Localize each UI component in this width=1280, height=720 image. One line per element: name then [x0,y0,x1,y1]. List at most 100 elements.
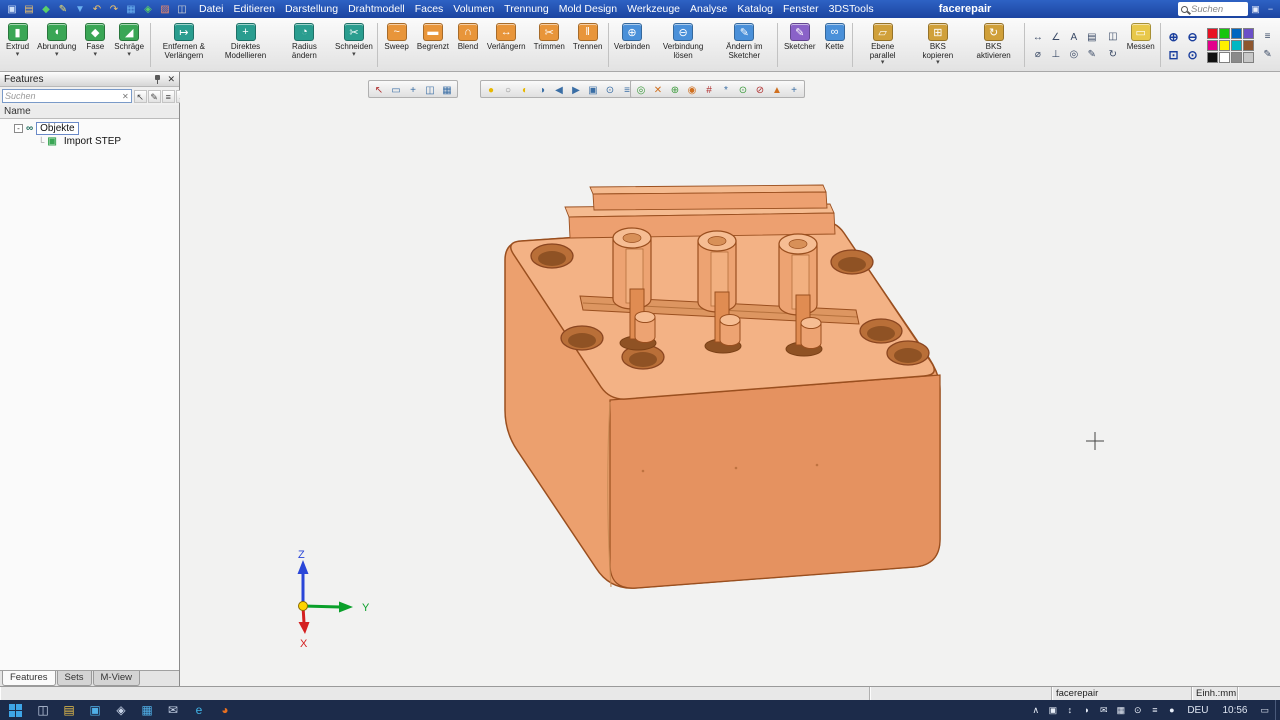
zoom-icon[interactable]: ⊙ [1184,46,1201,62]
ribbon-button[interactable]: ⊖ Verbindung lösen ▾ [652,19,713,71]
panel-tab[interactable]: M-View [93,671,141,686]
viewport-tool-icon[interactable]: ⊙ [735,82,751,97]
tray-icon[interactable]: ∧ [1027,705,1044,716]
taskbar-app-icon[interactable]: e [186,700,212,720]
tree-item-label[interactable]: Import STEP [60,135,125,148]
viewport-tool-icon[interactable]: ◑ [534,82,550,97]
dropdown-arrow-icon[interactable]: ▾ [94,52,98,58]
notification-icon[interactable]: ▭ [1254,705,1275,716]
viewport-tool-icon[interactable]: ◉ [684,82,700,97]
quick-access-icon[interactable]: ▦ [123,2,139,17]
palette-color[interactable] [1243,28,1254,39]
panel-tab[interactable]: Features [2,671,56,686]
quick-access-icon[interactable]: ↷ [106,2,122,17]
panel-close-icon[interactable]: ✕ [167,74,175,85]
clear-search-icon[interactable]: ✕ [122,92,129,101]
menu-item[interactable]: Werkzeuge [622,0,685,18]
menu-item[interactable]: Volumen [448,0,499,18]
viewport-tool-icon[interactable]: ⊕ [667,82,683,97]
ribbon-button[interactable]: ✂ Schneiden ▾ [332,19,375,71]
panel-tool-icon[interactable]: ≡ [162,90,175,103]
viewport-tool-icon[interactable]: ● [483,82,499,97]
ribbon-button[interactable]: ↻ BKS aktivieren ▾ [965,19,1022,71]
viewport-tool-icon[interactable]: ▶ [568,82,584,97]
ribbon-button[interactable]: ∩ Blend ▾ [453,19,483,71]
dimension-icon[interactable]: ▤ [1083,29,1100,45]
ribbon-misc-icon[interactable]: ◫ [1104,28,1121,44]
menu-item[interactable]: Trennung [499,0,554,18]
viewport-tool-icon[interactable]: ◐ [517,82,533,97]
viewport-tool-icon[interactable]: ⊙ [602,82,618,97]
dropdown-arrow-icon[interactable]: ▾ [16,52,20,58]
zoom-icon[interactable]: ⊖ [1184,28,1201,44]
quick-access-icon[interactable]: ◫ [174,2,190,17]
ribbon-button[interactable]: ▱ Ebene parallel ▾ [855,19,911,71]
tray-icon[interactable]: ↕ [1061,705,1078,715]
palette-color[interactable] [1207,28,1218,39]
viewport-tool-icon[interactable]: + [786,82,802,97]
dimension-icon[interactable]: ◎ [1065,46,1082,62]
quick-access-icon[interactable]: ◆ [38,2,54,17]
ribbon-button[interactable]: ∞ Kette ▾ [820,19,850,71]
quick-access-icon[interactable]: ▼ [72,2,88,17]
menu-item[interactable]: Drahtmodell [343,0,410,18]
menu-item[interactable]: Datei [194,0,229,18]
dropdown-arrow-icon[interactable]: ▾ [55,52,59,58]
tray-icon[interactable]: ▦ [1112,705,1129,716]
viewport-tool-icon[interactable]: * [718,82,734,97]
ribbon-button[interactable]: + Direktes Modellieren ▾ [215,19,277,71]
ribbon-button[interactable]: ✎ Ändern im Sketcher ▾ [714,19,775,71]
menu-item[interactable]: Katalog [732,0,778,18]
ribbon-misc-icon[interactable]: ↻ [1104,46,1121,62]
tree-item[interactable]: - ∞ Objekte [0,122,179,135]
attribute-icon[interactable]: ≡ [1259,28,1276,44]
quick-access-icon[interactable]: ↶ [89,2,105,17]
viewport-tool-icon[interactable]: ✕ [650,82,666,97]
menu-item[interactable]: Analyse [685,0,732,18]
viewport-tool-icon[interactable]: ▲ [769,82,785,97]
tree-expander-icon[interactable]: - [14,124,23,133]
viewport-tool-icon[interactable]: ▭ [388,82,404,97]
palette-color[interactable] [1243,40,1254,51]
quick-access-icon[interactable]: ▤ [21,2,37,17]
menu-item[interactable]: 3DSTools [824,0,879,18]
ribbon-button[interactable]: ◆ Fase ▾ [80,19,110,71]
ribbon-button[interactable]: ◖ Abrundung ▾ [33,19,80,71]
quick-access-icon[interactable]: ✎ [55,2,71,17]
tray-icon[interactable]: ≡ [1146,705,1163,715]
mold-block-model[interactable] [505,185,940,588]
palette-color[interactable] [1207,52,1218,63]
taskbar-app-icon[interactable]: ◫ [30,700,56,720]
model-canvas[interactable]: Z Y X [180,72,1280,686]
attribute-icon[interactable]: ✎ [1259,46,1276,62]
language-indicator[interactable]: DEU [1180,705,1215,716]
menu-item[interactable]: Faces [410,0,449,18]
pin-icon[interactable] [152,74,162,85]
dropdown-arrow-icon[interactable]: ▾ [881,60,885,66]
ribbon-button[interactable]: ‖ Trennen ▾ [569,19,607,71]
palette-color[interactable] [1219,28,1230,39]
dropdown-arrow-icon[interactable]: ▾ [127,52,131,58]
ribbon-button[interactable]: ✎ Sketcher ▾ [780,19,820,71]
tray-icon[interactable]: ⊙ [1129,705,1146,716]
panel-search-input[interactable] [5,91,122,101]
viewport-3d[interactable]: Z Y X ↖▭+◫▦ ●○ [180,72,1280,686]
quick-access-icon[interactable]: ▣ [4,2,20,17]
viewport-tool-icon[interactable]: ◀ [551,82,567,97]
panel-tool-icon[interactable]: ✎ [148,90,161,103]
palette-color[interactable] [1219,40,1230,51]
window-control-icon[interactable]: ▣ [1248,4,1263,15]
viewport-tool-icon[interactable]: ○ [500,82,516,97]
taskbar-app-icon[interactable]: ▤ [56,700,82,720]
viewport-tool-icon[interactable]: + [405,82,421,97]
dimension-icon[interactable]: ✎ [1083,46,1100,62]
ribbon-button[interactable]: ⊕ Verbinden ▾ [611,19,652,71]
titlebar-search-input[interactable] [1191,4,1245,15]
taskbar-app-icon[interactable]: ◈ [108,700,134,720]
ribbon-button[interactable]: ✂ Trimmen ▾ [530,19,569,71]
dropdown-arrow-icon[interactable]: ▾ [352,52,356,58]
tray-icon[interactable]: ▣ [1044,705,1061,716]
start-button[interactable] [0,700,30,720]
palette-color[interactable] [1231,52,1242,63]
taskbar-app-icon[interactable]: ▦ [134,700,160,720]
